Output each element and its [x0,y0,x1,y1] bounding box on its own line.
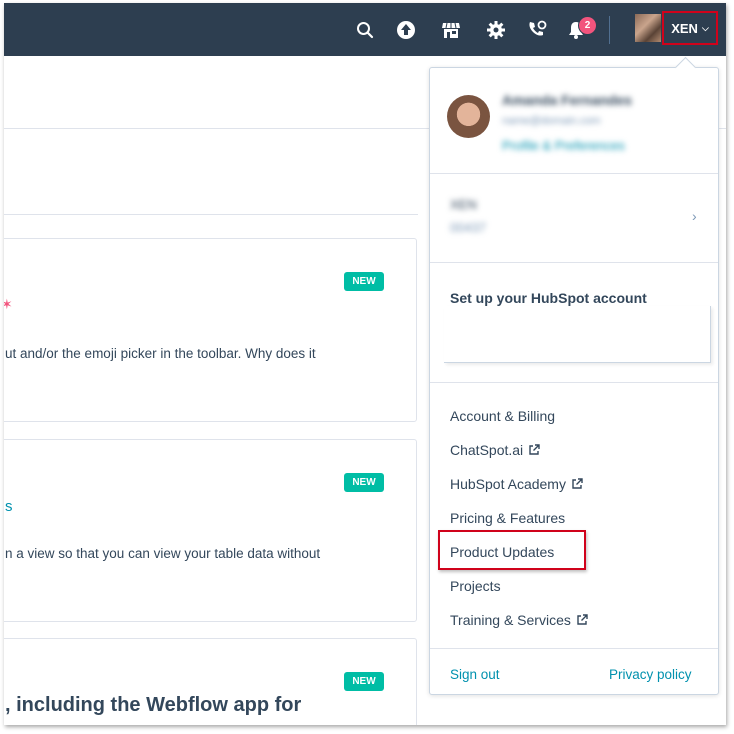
top-navigation-bar: 2 XEN ⌵ [4,3,726,56]
marketplace-icon[interactable] [438,17,464,43]
account-menu-button[interactable]: XEN ⌵ [662,11,718,45]
menu-item-label: Training & Services [450,612,571,628]
portal-name: XEN [450,197,477,212]
card-description: n a view so that you can view your table… [5,546,321,561]
setup-progress-box [444,306,711,363]
account-label: XEN [671,20,698,36]
chevron-right-icon: › [692,208,697,224]
menu-divider [430,648,718,649]
menu-item-label: ChatSpot.ai [450,442,524,458]
user-avatar[interactable] [635,14,661,42]
new-badge: NEW [344,272,384,291]
dropdown-caret [674,56,697,79]
new-badge: NEW [344,672,384,691]
menu-item-training-services[interactable]: Training & Services [450,612,588,628]
menu-item-projects[interactable]: Projects [450,578,501,594]
account-dropdown-menu: Amanda Fernandes name@domain.com Profile… [429,56,719,695]
profile-name: Amanda Fernandes [502,92,632,108]
calling-icon[interactable] [524,17,550,43]
notification-count-badge: 2 [578,16,597,35]
menu-item-label: Projects [450,578,501,594]
upgrade-icon[interactable] [393,17,419,43]
card-title-link[interactable]: s [5,498,13,515]
product-update-card[interactable]: NEW ✶ ut and/or the emoji picker in the … [4,238,417,422]
product-update-card[interactable]: NEW s n a view so that you can view your… [4,439,417,622]
portal-switcher[interactable]: XEN 00437 [430,174,718,262]
profile-photo [447,95,490,138]
profile-preferences-link[interactable]: Profile & Preferences [502,138,625,153]
page-divider [4,214,418,215]
card-description: ut and/or the emoji picker in the toolba… [5,346,316,361]
external-link-icon [577,614,588,625]
profile-email: name@domain.com [502,115,601,127]
menu-item-label: Account & Billing [450,408,556,424]
external-link-icon [529,444,540,455]
app-window: 2 XEN ⌵ NEW ✶ ut and/or the emoji picker… [4,3,726,725]
sign-out-link[interactable]: Sign out [450,667,500,682]
portal-id: 00437 [450,220,487,235]
product-update-card[interactable]: NEW , including the Webflow app for [4,638,417,725]
setup-account-heading[interactable]: Set up your HubSpot account [450,290,647,306]
menu-divider [430,262,718,263]
menu-item-account-billing[interactable]: Account & Billing [450,408,555,424]
nav-divider [609,16,610,44]
card-title[interactable]: , including the Webflow app for [5,694,301,717]
new-badge: NEW [344,473,384,492]
menu-item-hubspot-academy[interactable]: HubSpot Academy [450,476,583,492]
chevron-down-icon: ⌵ [701,22,709,33]
external-link-icon [572,478,583,489]
privacy-policy-link[interactable]: Privacy policy [609,667,692,682]
menu-item-chatspot[interactable]: ChatSpot.ai [450,442,540,458]
search-icon[interactable] [352,17,378,43]
emoji-icon: ✶ [4,296,13,312]
settings-gear-icon[interactable] [483,17,509,43]
menu-item-label: Pricing & Features [450,510,566,526]
menu-divider [430,382,718,383]
menu-item-label: HubSpot Academy [450,476,566,492]
highlight-annotation [438,530,586,570]
menu-item-pricing-features[interactable]: Pricing & Features [450,510,565,526]
